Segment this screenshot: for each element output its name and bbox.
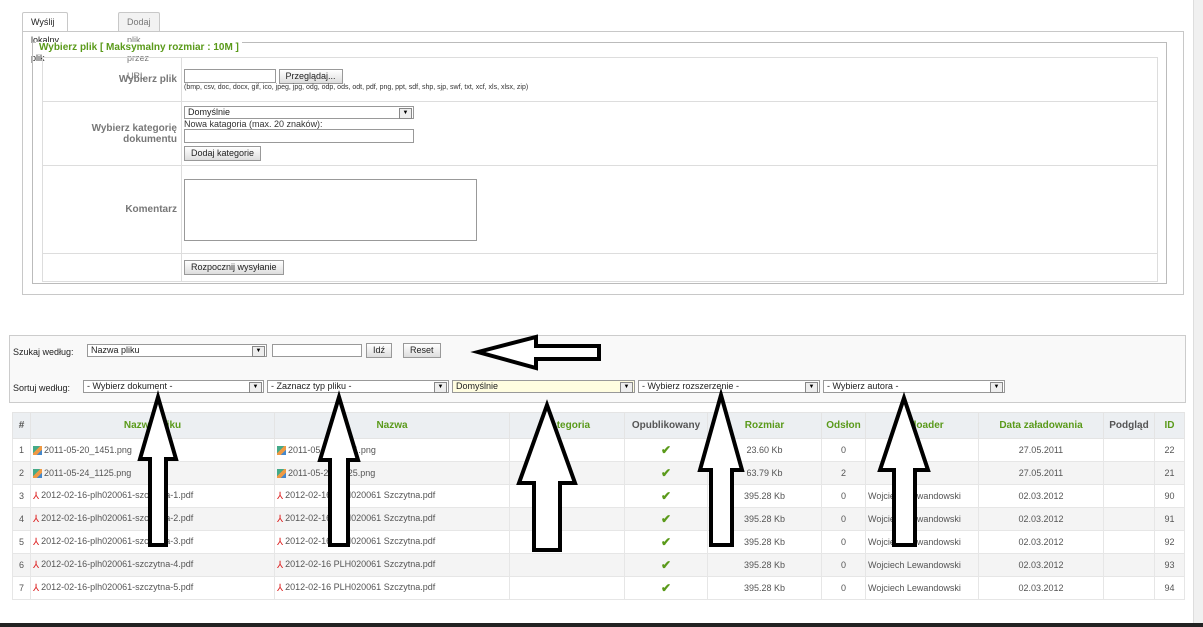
up-arrow-annotation-4 xyxy=(697,387,745,547)
up-arrow-annotation-2 xyxy=(317,390,361,547)
annotation-arrows xyxy=(137,334,931,552)
up-arrow-annotation-3 xyxy=(516,399,578,552)
left-arrow-annotation xyxy=(470,334,601,371)
up-arrow-annotation-1 xyxy=(137,389,179,547)
up-arrow-annotation-5 xyxy=(877,391,931,547)
